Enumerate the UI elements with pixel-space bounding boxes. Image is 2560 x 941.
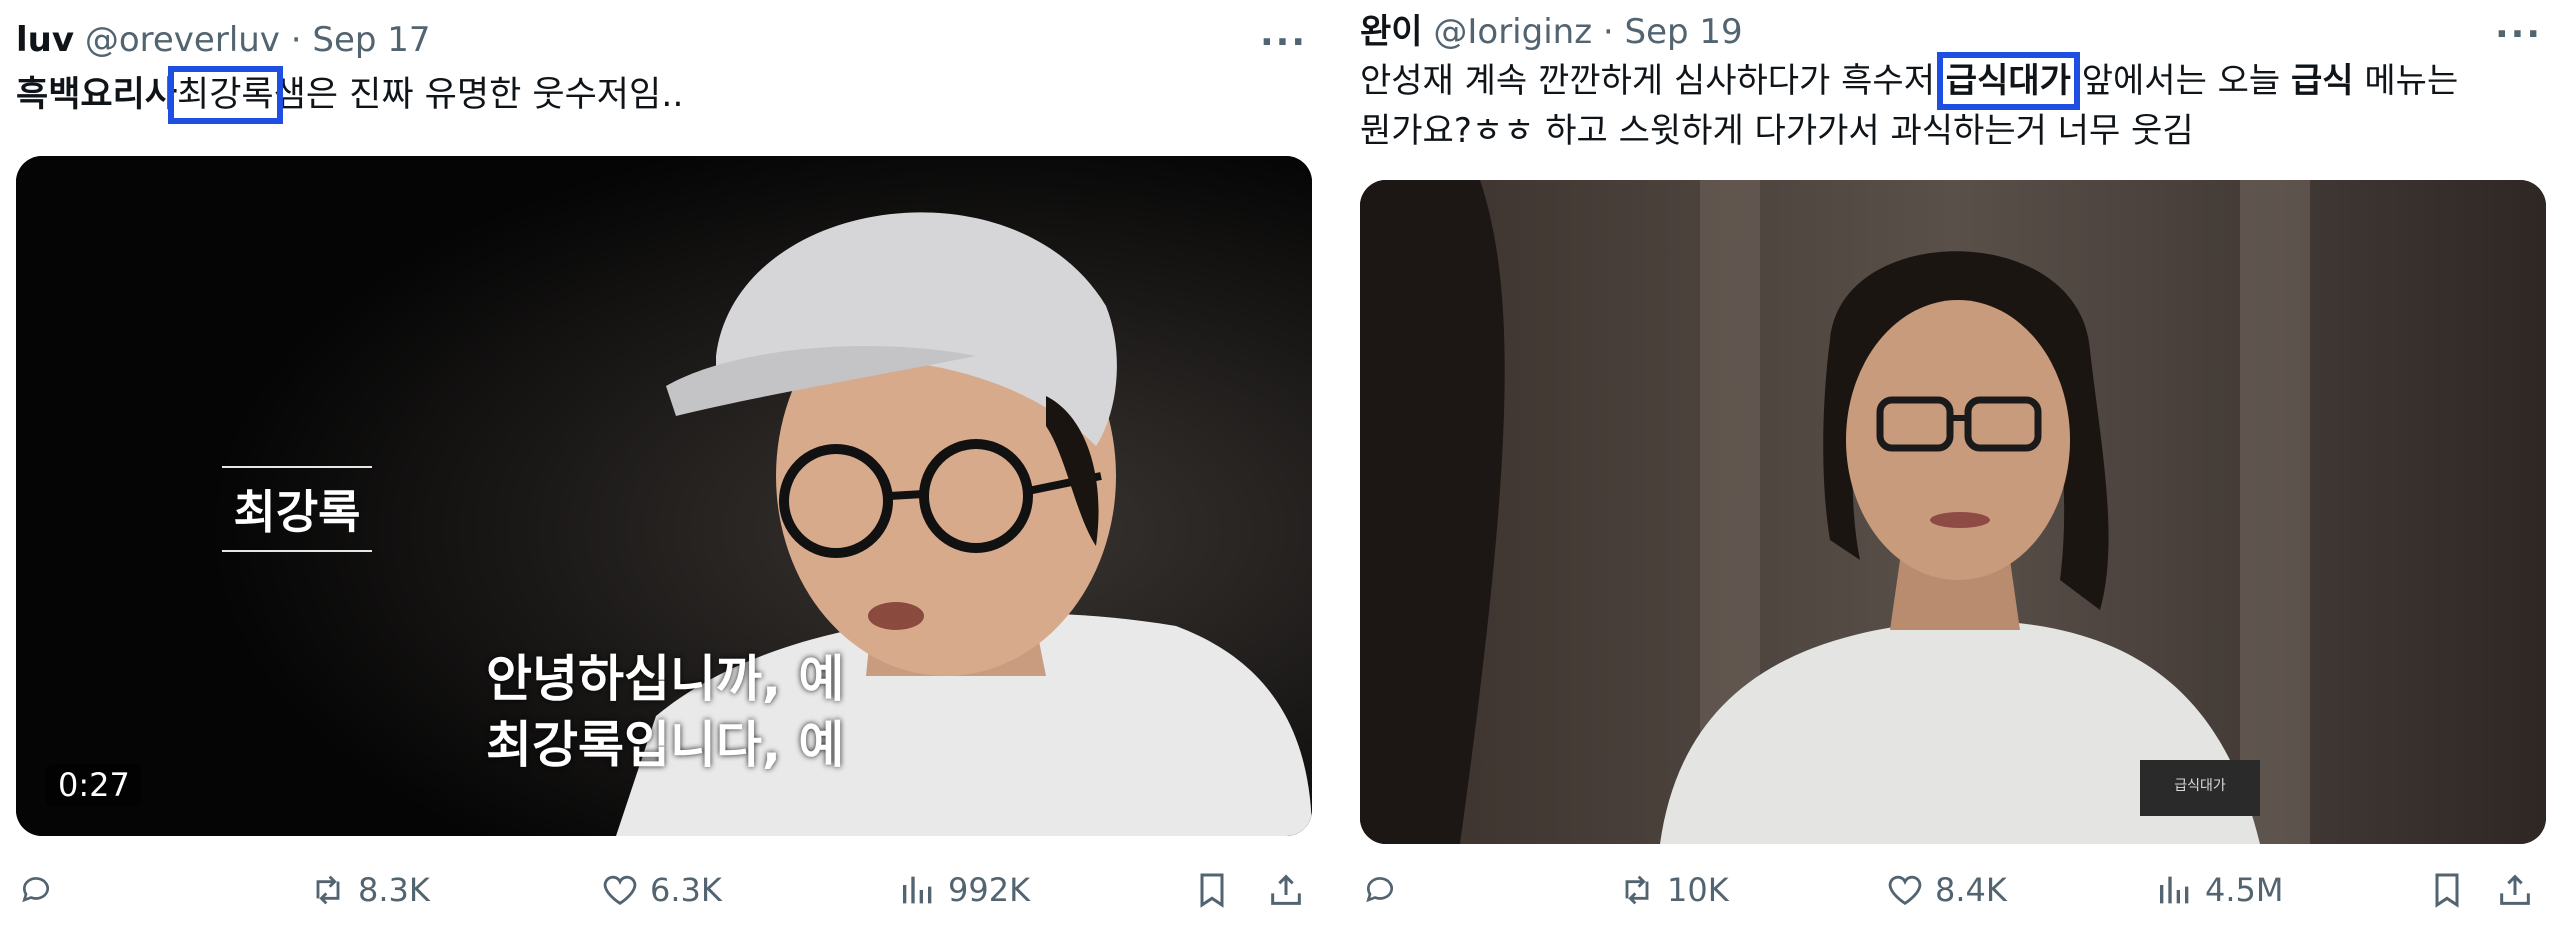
separator-dot: · [290, 20, 302, 60]
tweet-text-part: 앞에서는 오늘 [2070, 61, 2292, 101]
tweet-text-bold: 흑백요리사 [16, 75, 178, 115]
reply-icon [22, 877, 49, 903]
name-badge-text: 급식대가 [2174, 778, 2226, 794]
tweet-header: luv @oreverluv · Sep 17 [16, 18, 431, 62]
views-button[interactable]: 4.5M [2155, 870, 2284, 910]
title-rule-bottom [222, 550, 372, 552]
like-icon [1888, 875, 1922, 906]
title-card-text: 최강록 [233, 485, 361, 539]
share-button[interactable] [2495, 870, 2545, 910]
retweet-count: 10K [1667, 871, 1729, 909]
title-rule-top [222, 466, 372, 468]
title-card: 최강록 [222, 466, 372, 552]
tweet-text: 안성재 계속 깐깐하게 심사하다가 흑수저 급식대가 앞에서는 오늘 급식 메뉴… [1360, 52, 2459, 156]
video-duration: 0:27 [46, 764, 142, 806]
tweet-text-bold: 급식 [2291, 61, 2354, 101]
bookmark-icon [1200, 873, 1224, 908]
reply-icon [1366, 877, 1393, 903]
tweet-card: 완이 @Ioriginz · Sep 19 ··· 안성재 계속 깐깐하게 심사… [1335, 0, 2560, 941]
bookmark-button[interactable] [2427, 870, 2477, 910]
highlighted-term: 급식대가 [1936, 52, 2080, 110]
tweet-text: 흑백요리사최강록샘은 진짜 유명한 웃수저임.. [16, 66, 684, 124]
like-icon [603, 875, 637, 906]
tweet-date[interactable]: Sep 17 [312, 20, 430, 60]
video-player[interactable]: 최강록 안녕하십니까, 예 최강록입니다, 예 0:27 [16, 156, 1312, 836]
photo-image [1360, 180, 2546, 844]
share-icon [2500, 874, 2530, 905]
bookmark-icon [2435, 873, 2459, 908]
tweet-text-part: 메뉴는 [2353, 61, 2459, 101]
tweet-card: luv @oreverluv · Sep 17 ··· 흑백요리사최강록샘은 진… [0, 0, 1335, 941]
separator-dot: · [1602, 12, 1614, 52]
action-bar: 10K 8.4K 4.5M [1335, 870, 2560, 920]
subtitle-line-2: 최강록입니다, 예 [486, 716, 845, 774]
action-bar: 8.3K 6.3K 992K [0, 870, 1335, 920]
tweet-text-rest: 샘은 진짜 유명한 웃수저임.. [273, 75, 684, 115]
highlighted-term: 최강록 [168, 66, 283, 124]
like-count: 8.4K [1935, 871, 2007, 909]
bookmark-button[interactable] [1192, 870, 1242, 910]
share-icon [1271, 874, 1301, 905]
tweet-header: 완이 @Ioriginz · Sep 19 [1360, 10, 1743, 54]
tweet-text-line-2: 뭔가요?ㅎㅎ 하고 스윗하게 다가가서 과식하는거 너무 웃김 [1360, 111, 2194, 151]
views-icon [903, 876, 932, 904]
share-button[interactable] [1266, 870, 1316, 910]
views-count: 4.5M [2205, 871, 2284, 909]
retweet-icon [1625, 875, 1649, 905]
author-handle[interactable]: @Ioriginz [1433, 12, 1592, 52]
views-icon [2160, 876, 2189, 904]
subtitle-line-1: 안녕하십니까, 예 [486, 650, 845, 708]
views-button[interactable]: 992K [898, 870, 1030, 910]
tweet-date[interactable]: Sep 19 [1625, 12, 1743, 52]
reply-button[interactable] [16, 870, 66, 910]
like-count: 6.3K [650, 871, 722, 909]
retweet-count: 8.3K [358, 871, 430, 909]
author-name[interactable]: luv [16, 20, 74, 60]
reply-button[interactable] [1360, 870, 1410, 910]
retweet-button[interactable]: 10K [1617, 870, 1729, 910]
retweet-button[interactable]: 8.3K [308, 870, 430, 910]
like-button[interactable]: 8.4K [1885, 870, 2007, 910]
retweet-icon [316, 875, 340, 905]
author-name[interactable]: 완이 [1360, 12, 1423, 52]
tweet-text-part: 안성재 계속 깐깐하게 심사하다가 흑수저 [1360, 61, 1946, 101]
more-icon[interactable]: ··· [2495, 14, 2542, 55]
more-icon[interactable]: ··· [1260, 22, 1307, 63]
tweet-text-line-1: 안성재 계속 깐깐하게 심사하다가 흑수저 급식대가 앞에서는 오늘 급식 메뉴… [1360, 52, 2459, 110]
video-subtitle: 안녕하십니까, 예 최강록입니다, 예 [486, 646, 844, 778]
author-handle[interactable]: @oreverluv [85, 20, 280, 60]
tweet-image[interactable]: 급식대가 [1360, 180, 2546, 844]
like-button[interactable]: 6.3K [600, 870, 722, 910]
views-count: 992K [948, 871, 1031, 909]
